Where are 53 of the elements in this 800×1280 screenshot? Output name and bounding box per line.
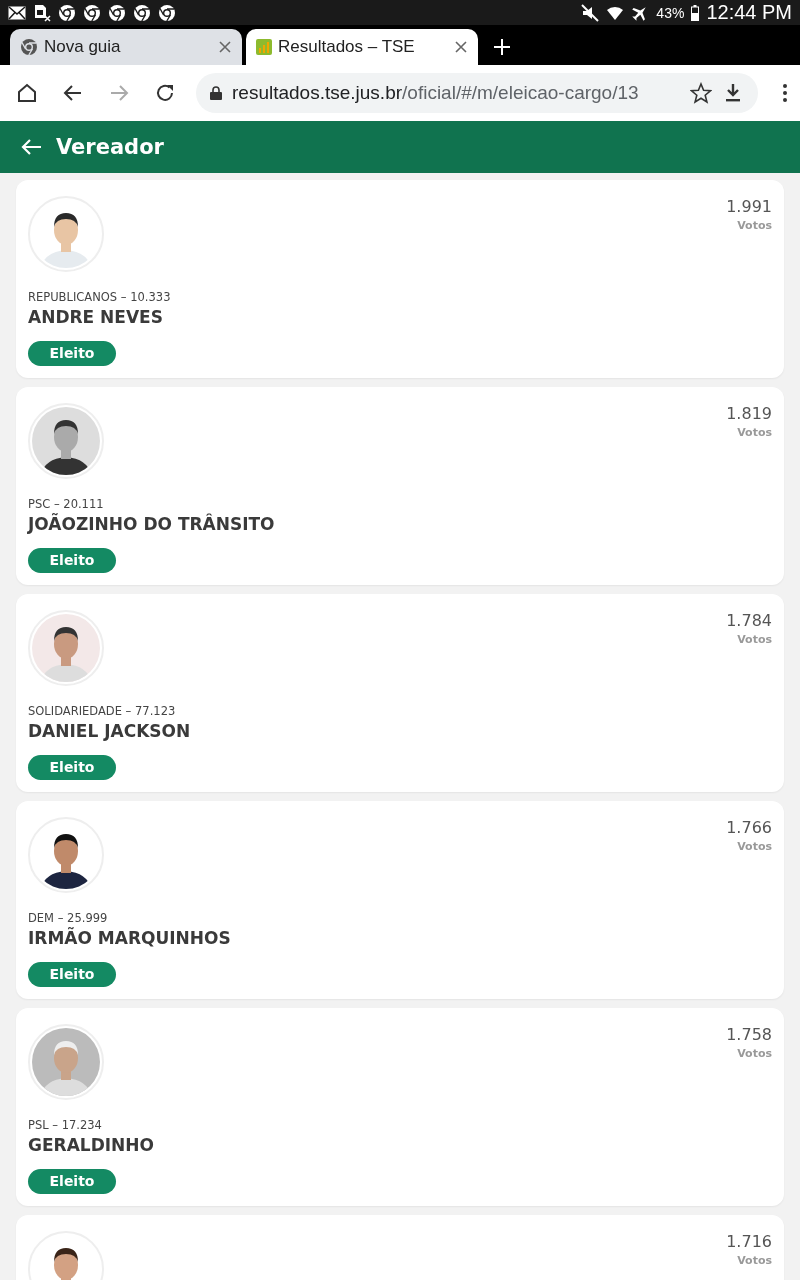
party-number: DEM – 25.999	[28, 911, 109, 925]
chrome-icon	[108, 3, 126, 22]
party-number: PSL – 17.234	[28, 1118, 103, 1132]
votes-label: Votos	[736, 219, 772, 232]
clock: 12:44 PM	[706, 1, 792, 24]
votes-label: Votos	[736, 1254, 772, 1267]
vote-count: 1.819	[726, 404, 772, 423]
home-icon[interactable]	[16, 82, 38, 104]
votes-label: Votos	[736, 840, 772, 853]
back-icon[interactable]	[20, 137, 42, 157]
battery-icon	[691, 4, 700, 21]
reload-icon[interactable]	[154, 82, 176, 104]
chrome-icon	[133, 3, 151, 22]
browser-tab[interactable]: Resultados – TSE	[246, 29, 478, 65]
chrome-icon	[58, 3, 76, 22]
vote-count: 1.991	[726, 197, 772, 216]
status-badge: Eleito	[28, 755, 116, 780]
more-icon[interactable]	[782, 82, 788, 104]
status-badge: Eleito	[28, 548, 116, 573]
vote-count: 1.784	[726, 611, 772, 630]
candidate-name: IRMÃO MARQUINHOS	[28, 928, 232, 948]
vote-count: 1.758	[726, 1025, 772, 1044]
page-title: Vereador	[56, 135, 164, 159]
status-badge: Eleito	[28, 341, 116, 366]
lock-icon	[210, 86, 222, 100]
bar-chart-icon	[256, 39, 272, 55]
votes-label: Votos	[736, 426, 772, 439]
chrome-icon	[83, 3, 101, 22]
vote-count: 1.716	[726, 1232, 772, 1251]
status-badge: Eleito	[28, 962, 116, 987]
mail-icon	[8, 5, 26, 20]
star-icon[interactable]	[690, 82, 712, 104]
browser-tab[interactable]: Nova guia	[10, 29, 242, 65]
sim-card-icon	[33, 3, 51, 22]
candidate-name: ANDRE NEVES	[28, 307, 164, 327]
battery-percent: 43%	[656, 4, 685, 21]
chrome-icon	[20, 38, 38, 56]
mute-icon	[581, 3, 600, 22]
party-number: SOLIDARIEDADE – 77.123	[28, 704, 177, 718]
votes-label: Votos	[736, 1047, 772, 1060]
status-badge: Eleito	[28, 1169, 116, 1194]
chrome-icon	[158, 3, 176, 22]
candidate-name: JOÃOZINHO DO TRÂNSITO	[28, 514, 276, 534]
candidate-name: DANIEL JACKSON	[28, 721, 192, 741]
close-icon[interactable]	[218, 40, 232, 54]
votes-label: Votos	[736, 633, 772, 646]
address-bar[interactable]: resultados.tse.jus.br/oficial/#/m/eleicao-cargo/13	[196, 73, 758, 113]
party-number: PSC – 20.111	[28, 497, 105, 511]
party-number: REPUBLICANOS – 10.333	[28, 290, 172, 304]
vote-count: 1.766	[726, 818, 772, 837]
candidate-name: GERALDINHO	[28, 1135, 155, 1155]
url-text: resultados.tse.jus.br/oficial/#/m/eleicao-cargo/13	[232, 82, 640, 104]
close-icon[interactable]	[454, 40, 468, 54]
